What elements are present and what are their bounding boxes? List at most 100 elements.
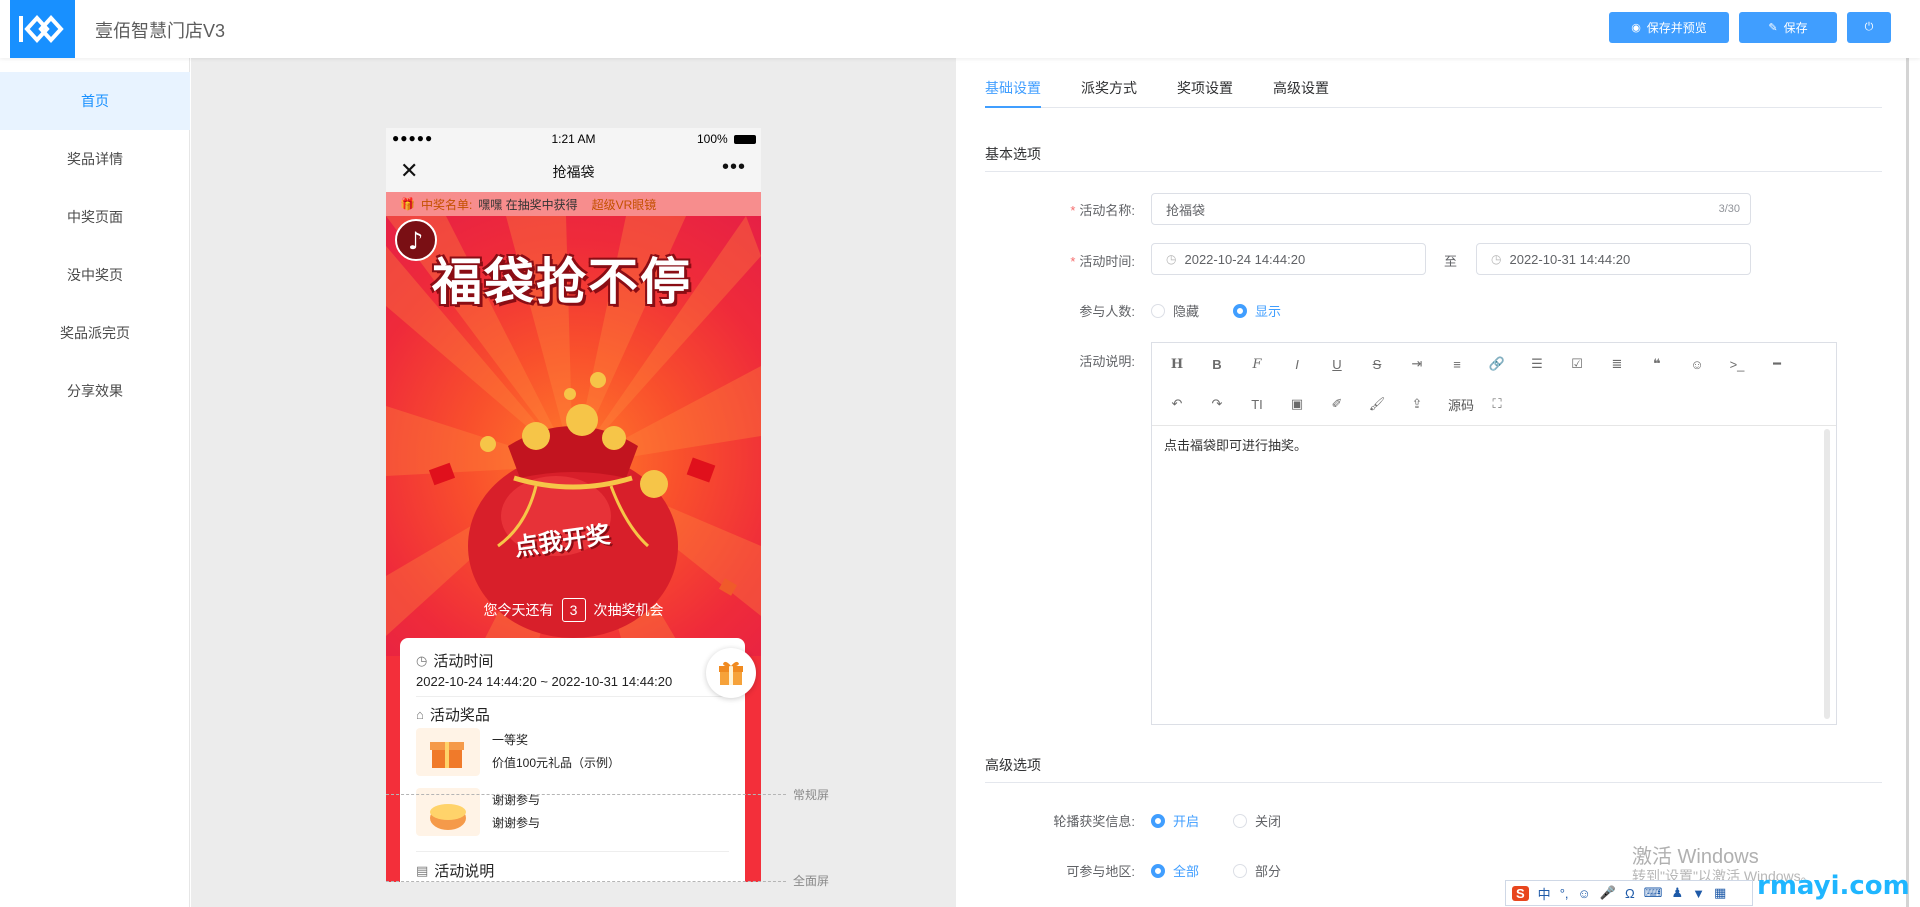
undo-icon[interactable]: ↶ <box>1166 393 1188 415</box>
start-time-input[interactable]: ◷ 2022-10-24 14:44:20 <box>1151 243 1426 275</box>
sidebar-item-label: 中奖页面 <box>67 209 123 225</box>
align-icon[interactable]: ≣ <box>1606 353 1628 375</box>
app-logo[interactable] <box>10 0 75 58</box>
gift-icon <box>719 661 743 685</box>
tab-basic[interactable]: 基础设置 <box>985 78 1041 98</box>
save-button[interactable]: ✎ 保存 <box>1739 12 1837 43</box>
sidebar-item-share[interactable]: 分享效果 <box>0 362 190 420</box>
code-icon[interactable]: >_ <box>1726 353 1748 375</box>
paint-brush-icon[interactable]: 🖌 <box>1366 393 1388 415</box>
activity-name-input[interactable]: 抢福袋 3/30 <box>1151 193 1751 225</box>
editor-scrollbar[interactable] <box>1824 429 1830 719</box>
emoji-icon[interactable]: ☺ <box>1686 353 1708 375</box>
save-label: 保存 <box>1783 21 1808 35</box>
prize-desc-1: 价值100元礼品（示例） <box>492 756 621 770</box>
radio-label: 关闭 <box>1255 814 1282 829</box>
bold-icon[interactable]: B <box>1206 353 1228 375</box>
sidebar-item-home[interactable]: 首页 <box>0 72 190 130</box>
apps-icon[interactable]: ▦ <box>1714 885 1726 901</box>
tab-advanced[interactable]: 高级设置 <box>1273 78 1329 98</box>
carousel-radio-off[interactable]: 关闭 <box>1233 811 1281 830</box>
sogou-logo-icon[interactable]: S <box>1512 885 1529 901</box>
divider-line-icon[interactable]: ━ <box>1766 353 1788 375</box>
line-height-icon[interactable]: ≡ <box>1446 353 1468 375</box>
link-icon[interactable]: 🔗 <box>1486 353 1508 375</box>
participants-radio-show[interactable]: 显示 <box>1233 301 1281 320</box>
end-time-input[interactable]: ◷ 2022-10-31 14:44:20 <box>1476 243 1751 275</box>
keyboard-icon[interactable]: ⌨ <box>1644 885 1663 901</box>
sidebar-item-prize-detail[interactable]: 奖品详情 <box>0 130 190 188</box>
hero-title: 福袋抢不停 <box>432 254 692 310</box>
save-preview-button[interactable]: ◉ 保存并预览 <box>1609 12 1729 43</box>
region-radio-partial[interactable]: 部分 <box>1233 861 1281 880</box>
punctuation-icon[interactable]: °, <box>1560 886 1569 901</box>
radio-label: 开启 <box>1173 814 1200 829</box>
heading-icon[interactable]: H <box>1166 353 1188 375</box>
fullscreen-icon[interactable]: ⛶ <box>1486 393 1508 415</box>
source-code-button[interactable]: 源码 <box>1444 393 1478 415</box>
symbol-icon[interactable]: Ω <box>1625 886 1635 901</box>
app-title: 壹佰智慧门店V3 <box>95 21 226 41</box>
user-icon[interactable]: ♟ <box>1671 885 1683 901</box>
text-size-icon[interactable]: TI <box>1246 393 1268 415</box>
tab-dispatch[interactable]: 派奖方式 <box>1081 78 1137 98</box>
checkbox-icon[interactable]: ☑ <box>1566 353 1588 375</box>
chance-prefix: 您今天还有 <box>483 602 554 618</box>
ticker-label: 中奖名单: <box>420 197 473 212</box>
indent-icon[interactable]: ⇥ <box>1406 353 1428 375</box>
emoji-icon[interactable]: ☺ <box>1578 886 1591 901</box>
power-button[interactable]: ⏻ <box>1847 12 1891 43</box>
participants-label: 参与人数: <box>1079 304 1135 319</box>
activity-name-label: * 活动名称: <box>1070 203 1135 218</box>
list-icon[interactable]: ☰ <box>1526 353 1548 375</box>
radio-circle <box>1233 863 1247 878</box>
radio-circle <box>1151 863 1165 878</box>
windows-activation-title: 激活 Windows <box>1632 846 1759 868</box>
sidebar-item-lose-page[interactable]: 没中奖页 <box>0 246 190 304</box>
editor-content[interactable]: 点击福袋即可进行抽奖。 <box>1164 435 1307 454</box>
sidebar: 首页 奖品详情 中奖页面 没中奖页 奖品派完页 分享效果 <box>0 58 190 907</box>
upload-icon[interactable]: ⇪ <box>1406 393 1428 415</box>
tab-prizes[interactable]: 奖项设置 <box>1177 78 1233 98</box>
full-screen-guide <box>386 881 786 882</box>
full-screen-label: 全面屏 <box>793 874 830 888</box>
skin-icon[interactable]: ▼ <box>1692 886 1705 901</box>
section-divider <box>985 782 1882 783</box>
ime-lang[interactable]: 中 <box>1538 884 1551 903</box>
rich-text-editor: H B F I U S ⇥ ≡ 🔗 ☰ ☑ ≣ ❝ ☺ >_ ━ ↶ ↷ TI … <box>1151 342 1837 725</box>
svg-text:♪: ♪ <box>408 227 423 255</box>
time-range: 2022-10-24 14:44:20 ~ 2022-10-31 14:44:2… <box>416 674 673 689</box>
participants-radio-hide[interactable]: 隐藏 <box>1151 301 1199 320</box>
image-icon[interactable]: ▣ <box>1286 393 1308 415</box>
underline-icon[interactable]: U <box>1326 353 1348 375</box>
sidebar-item-soldout-page[interactable]: 奖品派完页 <box>0 304 190 362</box>
strikethrough-icon[interactable]: S <box>1366 353 1388 375</box>
status-battery: 100% <box>697 132 728 146</box>
radio-label: 部分 <box>1255 864 1282 879</box>
quote-icon[interactable]: ❝ <box>1646 353 1668 375</box>
hero-banner: ♪ 福袋抢不停 点我开奖 <box>386 216 761 656</box>
redo-icon[interactable]: ↷ <box>1206 393 1228 415</box>
clock-icon: ◷ <box>1166 252 1177 266</box>
char-count: 3/30 <box>1718 203 1740 215</box>
eraser-icon[interactable]: ✐ <box>1326 393 1348 415</box>
my-prize-button[interactable] <box>706 648 756 698</box>
top-header: 壹佰智慧门店V3 ◉ 保存并预览 ✎ 保存 ⏻ <box>0 0 1920 58</box>
carousel-radio-on[interactable]: 开启 <box>1151 811 1199 830</box>
font-icon[interactable]: F <box>1246 353 1268 375</box>
prize-name-1: 一等奖 <box>492 733 529 747</box>
microphone-icon[interactable]: 🎤 <box>1600 885 1616 901</box>
winner-ticker: 🎁 中奖名单: 嘿嘿 在抽奖中获得 超级VR眼镜 <box>386 192 761 216</box>
phone-nav-title: 抢福袋 <box>552 164 595 180</box>
normal-screen-label: 常规屏 <box>793 788 830 802</box>
advanced-section-title: 高级选项 <box>985 757 1041 773</box>
battery-icon <box>734 135 756 144</box>
region-radio-all[interactable]: 全部 <box>1151 861 1199 880</box>
more-icon[interactable]: ••• <box>722 156 746 179</box>
italic-icon[interactable]: I <box>1286 353 1308 375</box>
ticker-prize: 超级VR眼镜 <box>591 197 657 212</box>
page-scrollbar[interactable] <box>1906 58 1909 907</box>
sidebar-item-win-page[interactable]: 中奖页面 <box>0 188 190 246</box>
end-time-value: 2022-10-31 14:44:20 <box>1509 251 1631 267</box>
save-preview-label: 保存并预览 <box>1646 21 1707 35</box>
